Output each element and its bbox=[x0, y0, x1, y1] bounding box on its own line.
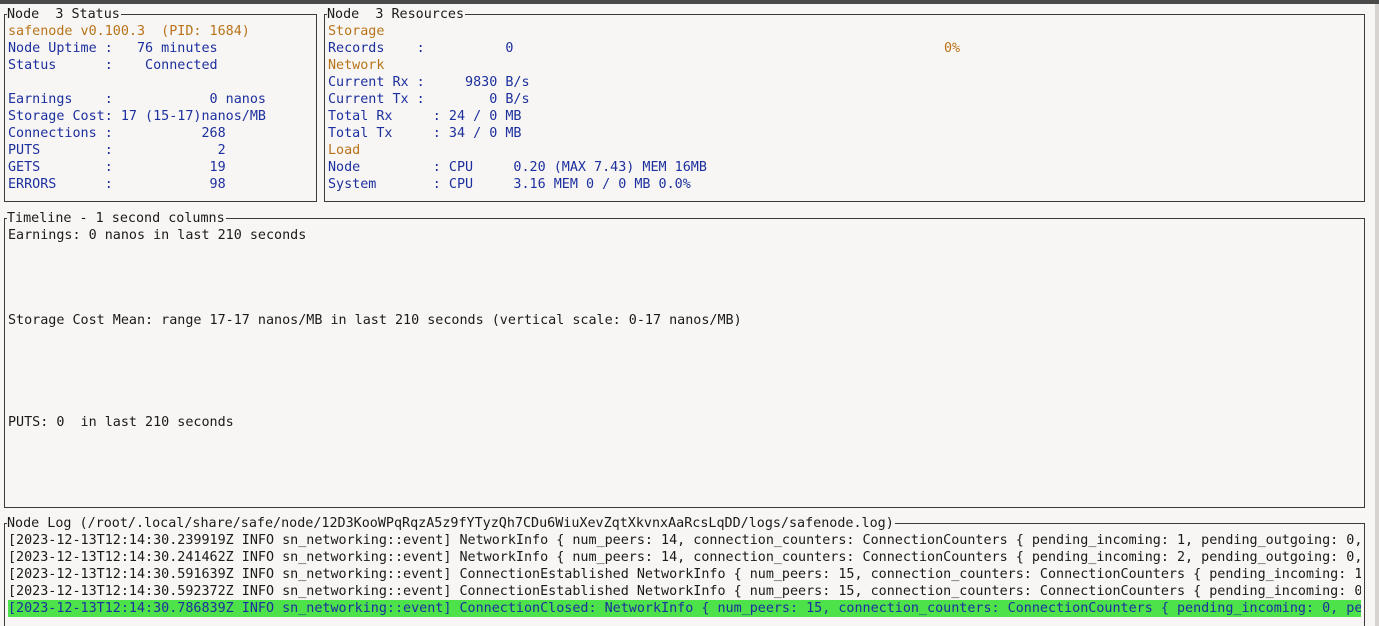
panel-title: Node 3 Status bbox=[7, 6, 121, 23]
node-status-panel: Node 3 Status safenode v0.100.3 (PID: 16… bbox=[4, 6, 317, 202]
node-uptime: Node Uptime : 76 minutes bbox=[8, 41, 218, 56]
node-resources-panel: Node 3 Resources Storage Records : 0 0% … bbox=[324, 6, 1365, 202]
storage-cost: Storage Cost: 17 (15-17)nanos/MB bbox=[8, 109, 266, 124]
current-tx: Current Tx : 0 B/s bbox=[328, 92, 530, 107]
selected-log-line[interactable]: [2023-12-13T12:14:30.786839Z INFO sn_net… bbox=[8, 600, 1361, 617]
connections: Connections : 268 bbox=[8, 126, 226, 141]
log-line[interactable]: [2023-12-13T12:14:30.241462Z INFO sn_net… bbox=[8, 549, 1361, 566]
system-load: System : CPU 3.16 MEM 0 / 0 MB 0.0% bbox=[328, 177, 691, 192]
panel-title: Node 3 Resources bbox=[327, 6, 466, 23]
gets-count: GETS : 19 bbox=[8, 160, 226, 175]
records-percent: 0% bbox=[944, 41, 961, 56]
errors-count: ERRORS : 98 bbox=[8, 177, 226, 192]
panel-title: Timeline - 1 second columns bbox=[7, 210, 226, 227]
log-line[interactable]: [2023-12-13T12:14:30.592372Z INFO sn_net… bbox=[8, 583, 1361, 600]
network-heading: Network bbox=[328, 58, 385, 73]
node-load: Node : CPU 0.20 (MAX 7.43) MEM 16MB bbox=[328, 160, 707, 175]
load-heading: Load bbox=[328, 143, 361, 158]
timeline-storage-cost: Storage Cost Mean: range 17-17 nanos/MB … bbox=[8, 313, 742, 328]
scrollbar[interactable] bbox=[1375, 4, 1379, 626]
puts-count: PUTS : 2 bbox=[8, 143, 226, 158]
log-line[interactable]: [2023-12-13T12:14:30.591639Z INFO sn_net… bbox=[8, 566, 1361, 583]
panel-title: Node Log (/root/.local/share/safe/node/1… bbox=[7, 515, 895, 532]
total-rx: Total Rx : 24 / 0 MB bbox=[328, 109, 522, 124]
timeline-puts: PUTS: 0 in last 210 seconds bbox=[8, 415, 234, 430]
log-line[interactable]: [2023-12-13T12:14:30.239919Z INFO sn_net… bbox=[8, 532, 1361, 549]
window-top-bar bbox=[0, 0, 1379, 4]
node-status: Status : Connected bbox=[8, 58, 218, 73]
total-tx: Total Tx : 34 / 0 MB bbox=[328, 126, 522, 141]
version-text: safenode v0.100.3 (PID: 1684) bbox=[8, 24, 250, 39]
timeline-panel: Timeline - 1 second columns Earnings: 0 … bbox=[4, 210, 1365, 508]
storage-heading: Storage bbox=[328, 24, 385, 39]
current-rx: Current Rx : 9830 B/s bbox=[328, 75, 530, 90]
records: Records : 0 bbox=[328, 41, 514, 56]
timeline-earnings: Earnings: 0 nanos in last 210 seconds bbox=[8, 228, 307, 243]
earnings: Earnings : 0 nanos bbox=[8, 92, 266, 107]
node-log-panel: Node Log (/root/.local/share/safe/node/1… bbox=[4, 515, 1365, 626]
